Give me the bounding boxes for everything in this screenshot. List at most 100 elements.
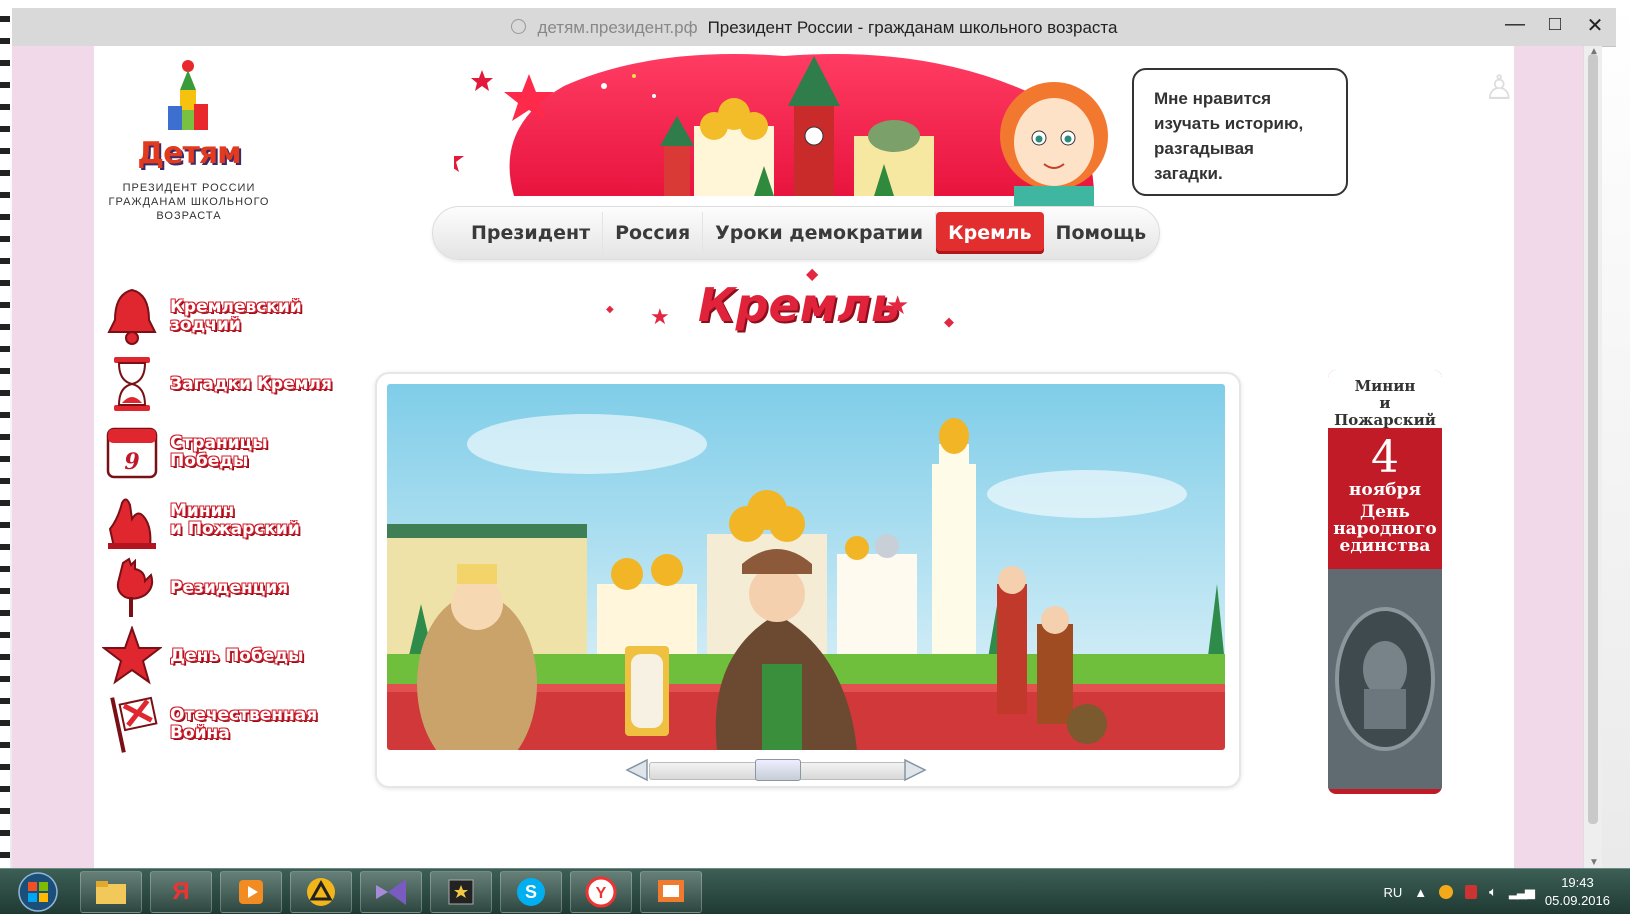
banner-title-line: Минин — [1354, 377, 1416, 395]
page-title-text: Президент России - гражданам школьного в… — [707, 18, 1118, 37]
star-icon — [102, 626, 162, 686]
clock[interactable]: 19:43 05.09.2016 — [1545, 874, 1610, 910]
star-icon: ★ — [886, 290, 910, 320]
speech-line: загадки. — [1154, 164, 1223, 183]
sidebar-item-kremlin-riddles[interactable]: Загадки Кремля — [102, 350, 362, 418]
svg-text:S: S — [525, 882, 537, 902]
sidebar-item-label: Загадки Кремля — [170, 374, 332, 394]
sidebar-item-architect[interactable]: Кремлевский зодчий — [102, 282, 362, 350]
banner-holiday: День народного единства — [1328, 504, 1442, 555]
banner-holiday-line: единства — [1339, 536, 1431, 556]
visual-studio-icon[interactable] — [360, 871, 422, 913]
clock-time: 19:43 — [1561, 875, 1594, 890]
language-indicator[interactable]: RU — [1383, 885, 1402, 900]
sidebar-item-label: Отечественная — [170, 705, 318, 725]
logo-sub-line: ГРАЖДАНАМ ШКОЛЬНОГО — [108, 196, 270, 208]
sidebar-item-label: Война — [170, 723, 230, 743]
media-player-icon[interactable] — [220, 871, 282, 913]
sidebar-item-victory-day[interactable]: День Победы — [102, 622, 362, 690]
signal-icon[interactable]: ▂▃▅ — [1509, 884, 1535, 900]
medallion-image — [1328, 569, 1442, 789]
svg-text:Y: Y — [596, 885, 607, 902]
sidebar-item-patriotic-war[interactable]: Отечественная Война — [102, 690, 362, 758]
film-app-icon[interactable] — [430, 871, 492, 913]
decorative-outline-icon: ♙ — [1484, 69, 1515, 107]
sidebar-item-label: Минин — [170, 501, 235, 521]
minimize-button[interactable]: — — [1504, 13, 1526, 38]
sidebar-item-label: Страницы — [170, 433, 268, 453]
triangle-app-icon[interactable] — [290, 871, 352, 913]
arrow-left-icon[interactable] — [625, 758, 649, 782]
sidebar-item-label: и Пожарский — [170, 519, 300, 539]
skype-icon[interactable]: S — [500, 871, 562, 913]
browser-viewport: Детям ПРЕЗИДЕНТ РОССИИ ГРАЖДАНАМ ШКОЛЬНО… — [12, 46, 1602, 868]
sidebar-item-label: зодчий — [170, 315, 241, 335]
start-button-icon[interactable] — [14, 871, 62, 913]
logo-sub-line: ПРЕЗИДЕНТ РОССИИ — [122, 182, 256, 194]
sidebar-item-minin-pozharsky[interactable]: Минин и Пожарский — [102, 486, 362, 554]
volume-icon[interactable]: 🔈︎ — [1489, 884, 1497, 900]
logo-castle-icon — [168, 60, 208, 130]
address-display[interactable]: детям.президент.рф Президент России - гра… — [12, 18, 1616, 38]
tab-president[interactable]: Президент — [459, 212, 604, 254]
rooster-icon — [102, 557, 162, 618]
file-explorer-icon[interactable] — [80, 871, 142, 913]
tab-russia[interactable]: Россия — [603, 212, 704, 254]
globe-icon — [510, 19, 526, 34]
sidebar-nav: Кремлевский зодчий Загадки Кремля 9 Стран… — [102, 282, 362, 758]
sidebar-item-label: День Победы — [170, 646, 304, 666]
banner-month: ноября — [1348, 480, 1422, 500]
system-tray: RU ▲ 🔈︎ ▂▃▅ 19:43 05.09.2016 — [1383, 873, 1610, 911]
main-navigation: Президент Россия Уроки демократии Кремль… — [432, 206, 1160, 260]
sidebar-item-label: Кремлевский — [170, 297, 302, 317]
tray-app-icon[interactable] — [1439, 885, 1454, 899]
scroll-down-icon[interactable]: ▼ — [1589, 857, 1599, 868]
slider-control — [625, 758, 927, 782]
kremlin-scene-illustration[interactable] — [387, 384, 1225, 750]
yandex-browser-icon[interactable]: Y — [570, 871, 632, 913]
flag-icon — [102, 694, 162, 754]
presentation-icon[interactable] — [640, 871, 702, 913]
calendar-icon: 9 — [102, 422, 162, 482]
star-icon: ★ — [650, 304, 670, 329]
sidebar-item-label: Резиденция — [170, 578, 289, 598]
calendar-number: 9 — [124, 449, 139, 475]
network-shield-icon[interactable] — [1465, 885, 1478, 899]
sparkle-icon: ◆ — [944, 314, 954, 329]
unity-day-banner[interactable]: Минин и Пожарский 4 ноября День народног… — [1328, 370, 1442, 794]
page-scrollbar[interactable]: ▲ ▼ — [1583, 46, 1602, 868]
sparkle-icon: ◆ — [806, 266, 819, 283]
tab-democracy-lessons[interactable]: Уроки демократии — [703, 212, 937, 254]
slider-thumb[interactable] — [755, 759, 801, 781]
banner-day: 4 — [1371, 432, 1399, 483]
tab-help[interactable]: Помощь — [1044, 212, 1159, 254]
close-button[interactable]: ✕ — [1584, 13, 1606, 38]
page: Детям ПРЕЗИДЕНТ РОССИИ ГРАЖДАНАМ ШКОЛЬНО… — [94, 46, 1514, 868]
arrow-right-icon[interactable] — [903, 758, 927, 782]
taskbar: Я S Y RU ▲ 🔈︎ ▂▃▅ 19:43 05.09.2016 — [0, 868, 1630, 914]
sidebar-item-residence[interactable]: Резиденция — [102, 554, 362, 622]
window-controls: — □ ✕ — [1504, 13, 1606, 38]
desktop-edge — [0, 0, 10, 870]
kremlin-slider — [375, 372, 1241, 788]
logo-subtitle: ПРЕЗИДЕНТ РОССИИ ГРАЖДАНАМ ШКОЛЬНОГО ВОЗ… — [94, 181, 284, 223]
browser-titlebar: детям.президент.рф Президент России - гра… — [12, 8, 1616, 47]
hourglass-icon — [102, 354, 162, 414]
page-heading: Кремль — [698, 278, 901, 332]
clock-date: 05.09.2016 — [1544, 893, 1610, 908]
monument-icon — [102, 490, 162, 550]
site-logo[interactable]: Детям ПРЕЗИДЕНТ РОССИИ ГРАЖДАНАМ ШКОЛЬНО… — [94, 56, 284, 223]
yandex-icon[interactable]: Я — [150, 871, 212, 913]
tray-expand-icon[interactable]: ▲ — [1414, 885, 1427, 900]
bell-icon — [102, 286, 162, 346]
speech-line: изучать историю, — [1154, 114, 1304, 133]
page-host: детям.президент.рф — [537, 18, 698, 37]
tab-kremlin[interactable]: Кремль — [936, 212, 1044, 254]
scrollbar-thumb[interactable] — [1588, 54, 1598, 824]
logo-sub-line: ВОЗРАСТА — [156, 210, 222, 222]
screen: детям.президент.рф Президент России - гра… — [0, 0, 1630, 914]
sparkle-icon: ◆ — [606, 304, 614, 315]
banner-title-line: и Пожарский — [1334, 394, 1436, 429]
maximize-button[interactable]: □ — [1544, 13, 1566, 38]
sidebar-item-victory-pages[interactable]: 9 Страницы Победы — [102, 418, 362, 486]
